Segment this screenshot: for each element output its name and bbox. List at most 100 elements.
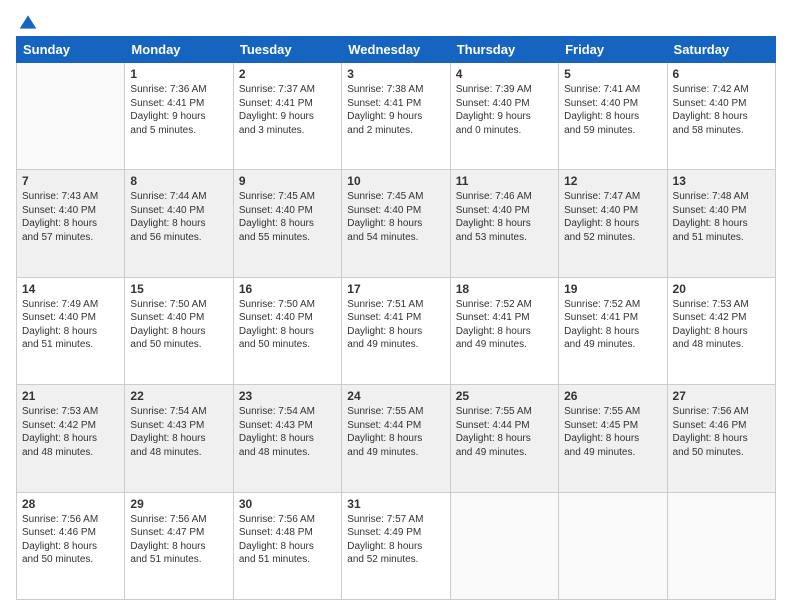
calendar-cell: 11 Sunrise: 7:46 AM Sunset: 4:40 PM Dayli…	[450, 170, 558, 277]
day-number: 19	[564, 282, 661, 296]
col-header-saturday: Saturday	[667, 37, 775, 63]
cell-info: Sunrise: 7:50 AM Sunset: 4:40 PM Dayligh…	[130, 298, 227, 352]
calendar-week-1: 1 Sunrise: 7:36 AM Sunset: 4:41 PM Daylig…	[17, 63, 776, 170]
calendar-cell: 28 Sunrise: 7:56 AM Sunset: 4:46 PM Dayli…	[17, 492, 125, 599]
calendar-cell: 7 Sunrise: 7:43 AM Sunset: 4:40 PM Daylig…	[17, 170, 125, 277]
calendar-cell: 10 Sunrise: 7:45 AM Sunset: 4:40 PM Dayli…	[342, 170, 450, 277]
cell-info: Sunrise: 7:55 AM Sunset: 4:44 PM Dayligh…	[456, 405, 553, 459]
day-number: 11	[456, 174, 553, 188]
calendar-cell: 22 Sunrise: 7:54 AM Sunset: 4:43 PM Dayli…	[125, 385, 233, 492]
cell-info: Sunrise: 7:38 AM Sunset: 4:41 PM Dayligh…	[347, 83, 444, 137]
cell-info: Sunrise: 7:45 AM Sunset: 4:40 PM Dayligh…	[239, 190, 336, 244]
calendar-cell: 20 Sunrise: 7:53 AM Sunset: 4:42 PM Dayli…	[667, 277, 775, 384]
calendar-cell: 6 Sunrise: 7:42 AM Sunset: 4:40 PM Daylig…	[667, 63, 775, 170]
cell-info: Sunrise: 7:53 AM Sunset: 4:42 PM Dayligh…	[22, 405, 119, 459]
header-row: SundayMondayTuesdayWednesdayThursdayFrid…	[17, 37, 776, 63]
calendar-cell: 25 Sunrise: 7:55 AM Sunset: 4:44 PM Dayli…	[450, 385, 558, 492]
day-number: 1	[130, 67, 227, 81]
calendar-cell: 8 Sunrise: 7:44 AM Sunset: 4:40 PM Daylig…	[125, 170, 233, 277]
cell-info: Sunrise: 7:49 AM Sunset: 4:40 PM Dayligh…	[22, 298, 119, 352]
cell-info: Sunrise: 7:43 AM Sunset: 4:40 PM Dayligh…	[22, 190, 119, 244]
day-number: 28	[22, 497, 119, 511]
logo	[16, 12, 38, 28]
cell-info: Sunrise: 7:50 AM Sunset: 4:40 PM Dayligh…	[239, 298, 336, 352]
day-number: 29	[130, 497, 227, 511]
calendar-cell	[667, 492, 775, 599]
cell-info: Sunrise: 7:55 AM Sunset: 4:45 PM Dayligh…	[564, 405, 661, 459]
day-number: 16	[239, 282, 336, 296]
calendar-cell: 30Sunrise: 7:56 AM Sunset: 4:48 PM Dayli…	[233, 492, 341, 599]
col-header-friday: Friday	[559, 37, 667, 63]
calendar-week-5: 28 Sunrise: 7:56 AM Sunset: 4:46 PM Dayli…	[17, 492, 776, 599]
cell-info: Sunrise: 7:48 AM Sunset: 4:40 PM Dayligh…	[673, 190, 770, 244]
day-number: 23	[239, 389, 336, 403]
calendar-cell: 13Sunrise: 7:48 AM Sunset: 4:40 PM Dayli…	[667, 170, 775, 277]
cell-info: Sunrise: 7:36 AM Sunset: 4:41 PM Dayligh…	[130, 83, 227, 137]
cell-info: Sunrise: 7:44 AM Sunset: 4:40 PM Dayligh…	[130, 190, 227, 244]
col-header-sunday: Sunday	[17, 37, 125, 63]
cell-info: Sunrise: 7:54 AM Sunset: 4:43 PM Dayligh…	[239, 405, 336, 459]
day-number: 6	[673, 67, 770, 81]
calendar-cell: 15 Sunrise: 7:50 AM Sunset: 4:40 PM Dayli…	[125, 277, 233, 384]
day-number: 8	[130, 174, 227, 188]
calendar-week-2: 7 Sunrise: 7:43 AM Sunset: 4:40 PM Daylig…	[17, 170, 776, 277]
day-number: 9	[239, 174, 336, 188]
cell-info: Sunrise: 7:39 AM Sunset: 4:40 PM Dayligh…	[456, 83, 553, 137]
calendar-cell: 21 Sunrise: 7:53 AM Sunset: 4:42 PM Dayli…	[17, 385, 125, 492]
calendar-cell: 19 Sunrise: 7:52 AM Sunset: 4:41 PM Dayli…	[559, 277, 667, 384]
calendar-cell: 14 Sunrise: 7:49 AM Sunset: 4:40 PM Dayli…	[17, 277, 125, 384]
calendar-week-3: 14 Sunrise: 7:49 AM Sunset: 4:40 PM Dayli…	[17, 277, 776, 384]
day-number: 15	[130, 282, 227, 296]
day-number: 26	[564, 389, 661, 403]
col-header-monday: Monday	[125, 37, 233, 63]
day-number: 14	[22, 282, 119, 296]
cell-info: Sunrise: 7:37 AM Sunset: 4:41 PM Dayligh…	[239, 83, 336, 137]
day-number: 10	[347, 174, 444, 188]
col-header-tuesday: Tuesday	[233, 37, 341, 63]
header	[16, 12, 776, 28]
calendar-week-4: 21 Sunrise: 7:53 AM Sunset: 4:42 PM Dayli…	[17, 385, 776, 492]
cell-info: Sunrise: 7:52 AM Sunset: 4:41 PM Dayligh…	[564, 298, 661, 352]
calendar-cell: 3Sunrise: 7:38 AM Sunset: 4:41 PM Daylig…	[342, 63, 450, 170]
calendar-cell: 12 Sunrise: 7:47 AM Sunset: 4:40 PM Dayli…	[559, 170, 667, 277]
page: SundayMondayTuesdayWednesdayThursdayFrid…	[0, 0, 792, 612]
day-number: 21	[22, 389, 119, 403]
day-number: 18	[456, 282, 553, 296]
calendar-cell: 26 Sunrise: 7:55 AM Sunset: 4:45 PM Dayli…	[559, 385, 667, 492]
day-number: 7	[22, 174, 119, 188]
calendar-cell: 16 Sunrise: 7:50 AM Sunset: 4:40 PM Dayli…	[233, 277, 341, 384]
day-number: 31	[347, 497, 444, 511]
calendar-cell: 24 Sunrise: 7:55 AM Sunset: 4:44 PM Dayli…	[342, 385, 450, 492]
calendar-table: SundayMondayTuesdayWednesdayThursdayFrid…	[16, 36, 776, 600]
day-number: 27	[673, 389, 770, 403]
cell-info: Sunrise: 7:45 AM Sunset: 4:40 PM Dayligh…	[347, 190, 444, 244]
day-number: 2	[239, 67, 336, 81]
calendar-cell	[559, 492, 667, 599]
calendar-cell: 17 Sunrise: 7:51 AM Sunset: 4:41 PM Dayli…	[342, 277, 450, 384]
day-number: 22	[130, 389, 227, 403]
cell-info: Sunrise: 7:51 AM Sunset: 4:41 PM Dayligh…	[347, 298, 444, 352]
cell-info: Sunrise: 7:57 AM Sunset: 4:49 PM Dayligh…	[347, 513, 444, 567]
cell-info: Sunrise: 7:46 AM Sunset: 4:40 PM Dayligh…	[456, 190, 553, 244]
day-number: 30	[239, 497, 336, 511]
day-number: 24	[347, 389, 444, 403]
col-header-wednesday: Wednesday	[342, 37, 450, 63]
calendar-cell	[17, 63, 125, 170]
day-number: 20	[673, 282, 770, 296]
calendar-cell: 18Sunrise: 7:52 AM Sunset: 4:41 PM Dayli…	[450, 277, 558, 384]
day-number: 12	[564, 174, 661, 188]
cell-info: Sunrise: 7:47 AM Sunset: 4:40 PM Dayligh…	[564, 190, 661, 244]
calendar-cell: 4Sunrise: 7:39 AM Sunset: 4:40 PM Daylig…	[450, 63, 558, 170]
day-number: 17	[347, 282, 444, 296]
calendar-cell: 1 Sunrise: 7:36 AM Sunset: 4:41 PM Daylig…	[125, 63, 233, 170]
cell-info: Sunrise: 7:42 AM Sunset: 4:40 PM Dayligh…	[673, 83, 770, 137]
day-number: 25	[456, 389, 553, 403]
cell-info: Sunrise: 7:56 AM Sunset: 4:46 PM Dayligh…	[22, 513, 119, 567]
col-header-thursday: Thursday	[450, 37, 558, 63]
cell-info: Sunrise: 7:53 AM Sunset: 4:42 PM Dayligh…	[673, 298, 770, 352]
cell-info: Sunrise: 7:55 AM Sunset: 4:44 PM Dayligh…	[347, 405, 444, 459]
calendar-cell: 23 Sunrise: 7:54 AM Sunset: 4:43 PM Dayli…	[233, 385, 341, 492]
cell-info: Sunrise: 7:56 AM Sunset: 4:47 PM Dayligh…	[130, 513, 227, 567]
calendar-cell: 5Sunrise: 7:41 AM Sunset: 4:40 PM Daylig…	[559, 63, 667, 170]
cell-info: Sunrise: 7:54 AM Sunset: 4:43 PM Dayligh…	[130, 405, 227, 459]
